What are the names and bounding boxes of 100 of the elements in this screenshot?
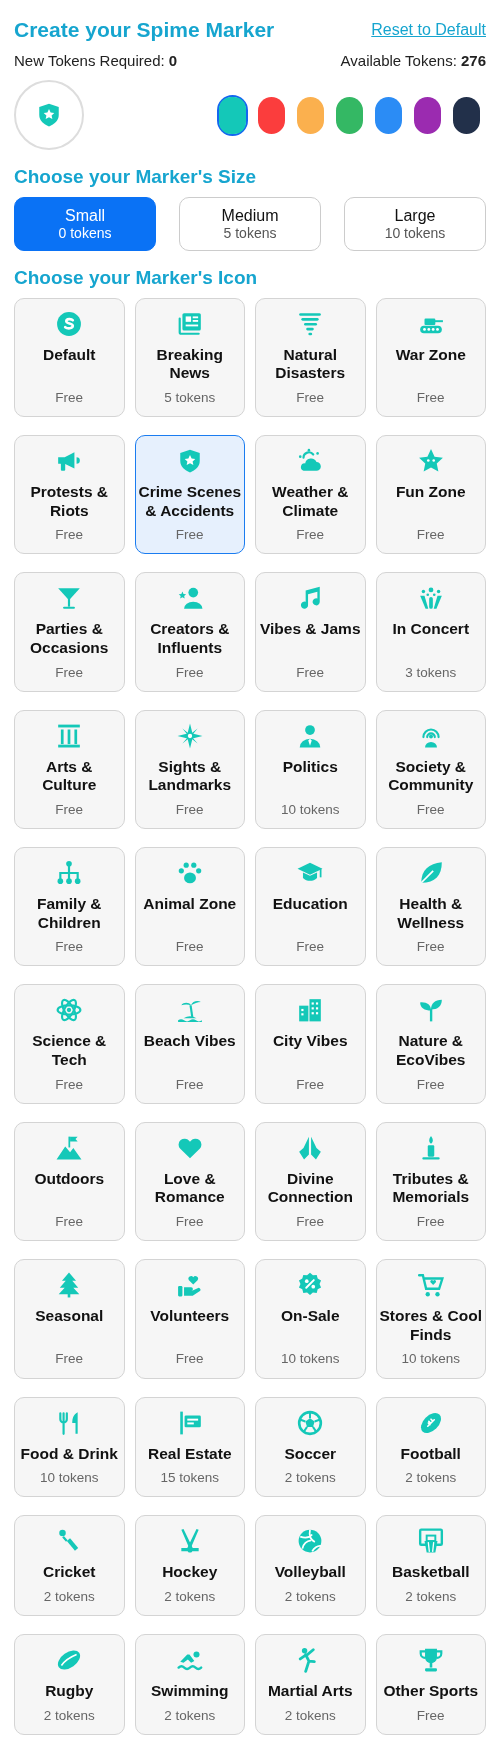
option-cost: Free [55,1351,84,1368]
icon-option[interactable]: Stores & Cool Finds 10 tokens [375,1259,486,1379]
option-label: Weather & Climate [271,482,350,521]
option-label: Creators & Influents [149,620,231,658]
icon-option[interactable]: Breaking News 5 tokens [134,297,245,417]
icon-option[interactable]: Fun Zone Free [375,434,486,555]
option-label: Divine Connection [266,1169,354,1207]
icon-option[interactable]: Divine Connection Free [255,1121,366,1242]
icon-option[interactable]: Cricket 2 tokens [14,1515,125,1617]
icon-option[interactable]: Seasonal Free [14,1259,125,1379]
cocktail-glass-icon [56,585,83,612]
icon-option[interactable]: Football 2 tokens [375,1396,486,1498]
option-cost: 10 tokens [401,1351,460,1368]
icon-option[interactable]: Animal Zone Free [134,847,245,967]
icon-option[interactable]: Science & Tech Free [14,984,125,1104]
icon-option[interactable]: Society & Community Free [375,709,486,830]
option-cost: Free [55,1076,84,1093]
option-label: Football [400,1444,461,1464]
icon-option[interactable]: Hockey 2 tokens [134,1515,245,1617]
crowd-icon [417,585,444,612]
option-label: Education [272,895,348,914]
size-option[interactable]: Medium 5 tokens [179,196,321,251]
icon-option[interactable]: Volunteers Free [134,1259,245,1379]
icon-option[interactable]: Default Free [14,297,125,417]
option-cost: Free [175,1076,204,1093]
icon-option[interactable]: In Concert 3 tokens [375,572,486,692]
option-label: Animal Zone [143,895,237,914]
icon-option[interactable]: City Vibes Free [255,984,366,1104]
option-label: Martial Arts [267,1682,353,1701]
size-option[interactable]: Large 10 tokens [344,196,486,251]
option-cost: 2 tokens [164,1707,216,1724]
option-cost: 2 tokens [43,1707,95,1724]
icon-option[interactable]: Rugby 2 tokens [14,1634,125,1735]
section-heading: Choose your Marker's Icon [14,266,259,290]
icon-option[interactable]: Beach Vibes Free [134,984,245,1104]
option-cost: Free [296,664,325,681]
option-label: Natural Disasters [274,345,347,383]
option-label: Parties & Occasions [29,620,110,658]
atom-icon [56,997,83,1024]
option-label: Love & Romance [153,1169,226,1207]
tokens-required: New Tokens Required: 0 [14,50,178,71]
option-cost: 2 tokens [405,1470,457,1487]
icon-option[interactable]: War Zone Free [375,297,486,417]
option-label: Arts & Culture [41,757,98,795]
icon-option[interactable]: Volleyball 2 tokens [255,1515,366,1617]
option-cost: Free [175,1214,204,1231]
icon-option[interactable]: Tributes & Memorials Free [375,1121,486,1242]
icon-option[interactable]: Crime Scenes & Accidents Free [134,434,245,555]
person-star-icon [176,585,203,612]
icon-option[interactable]: Real Estate 15 tokens [134,1396,245,1498]
cloud-sun-icon [297,447,324,474]
option-cost: 2 tokens [164,1588,216,1606]
option-label: Cricket [42,1563,96,1582]
icon-option[interactable]: Martial Arts 2 tokens [255,1634,366,1735]
police-badge-icon [36,102,62,128]
option-label: Protests & Riots [29,482,109,521]
volleyball-icon [297,1528,324,1555]
page-title: Create your Spime Marker [14,17,275,43]
icon-option[interactable]: Swimming 2 tokens [134,1634,245,1735]
icon-option[interactable]: Love & Romance Free [134,1121,245,1242]
section-heading: Choose your Marker's Size [14,166,258,189]
icon-option[interactable]: On-Sale 10 tokens [255,1259,366,1379]
tornado-icon [297,310,324,337]
icon-option[interactable]: Politics 10 tokens [255,709,366,830]
option-cost: Free [175,527,204,544]
option-label: In Concert [392,620,470,639]
option-cost: Free [55,664,84,681]
option-cost: Free [175,1351,204,1368]
icon-option[interactable]: Nature & EcoVibes Free [375,984,486,1104]
option-cost: Free [416,527,445,544]
icon-option[interactable]: Soccer 2 tokens [255,1396,366,1498]
option-cost: 10 tokens [280,1351,340,1368]
icon-option[interactable]: Health & Wellness Free [375,847,486,967]
icon-option[interactable]: Natural Disasters Free [255,297,366,417]
option-cost: Free [296,527,325,544]
option-label: On-Sale [280,1307,340,1326]
option-label: Soccer [284,1444,337,1464]
icon-option[interactable]: Family & Children Free [14,847,125,967]
option-cost: Free [416,939,445,956]
icon-option[interactable]: Protests & Riots Free [14,434,125,555]
icon-option[interactable]: Weather & Climate Free [255,434,366,555]
icon-option[interactable]: Education Free [255,847,366,967]
option-cost: Free [296,939,325,956]
icon-option[interactable]: Vibes & Jams Free [255,572,366,692]
buildings-icon [297,997,324,1024]
option-cost: 10 tokens [39,1470,99,1487]
icon-option[interactable]: Sights & Landmarks Free [134,709,245,830]
icon-option[interactable]: Outdoors Free [14,1121,125,1242]
icon-option[interactable]: Creators & Influents Free [134,572,245,692]
option-cost: Free [55,527,84,544]
option-label: City Vibes [272,1032,348,1052]
icon-option[interactable]: Other Sports Free [375,1634,486,1735]
option-cost: Free [55,801,84,819]
icon-option[interactable]: Parties & Occasions Free [14,572,125,692]
icon-option[interactable]: Food & Drink 10 tokens [14,1396,125,1498]
icon-option[interactable]: Arts & Culture Free [14,709,125,830]
icon-option[interactable]: Basketball 2 tokens [375,1515,486,1617]
option-cost: 2 tokens [284,1470,336,1487]
size-option[interactable]: Small 0 tokens [14,196,156,251]
star-icon [417,447,444,474]
